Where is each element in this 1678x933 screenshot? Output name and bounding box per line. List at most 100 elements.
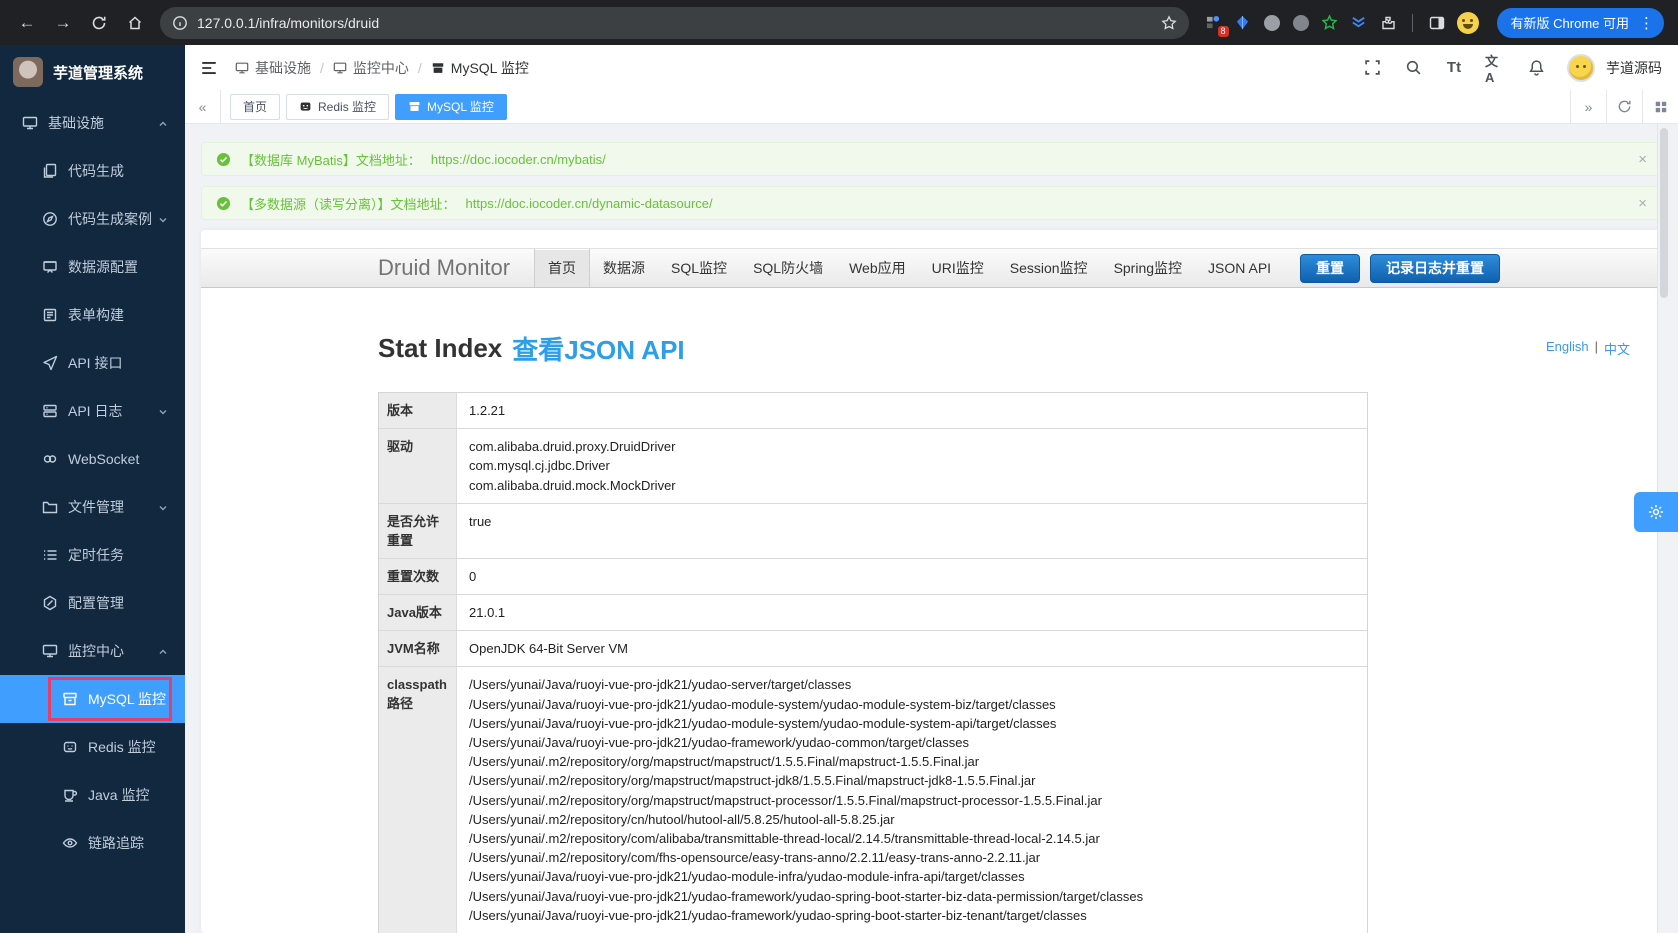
app-logo-row[interactable]: 芋道管理系统 xyxy=(0,45,185,99)
druid-tab-spring[interactable]: Spring监控 xyxy=(1101,249,1195,287)
bookmark-star-icon[interactable] xyxy=(1155,9,1183,37)
druid-tabs: 首页 数据源 SQL监控 SQL防火墙 Web应用 URI监控 Session监… xyxy=(534,249,1284,287)
row-label: 重置次数 xyxy=(379,559,457,594)
puzzle-extensions-icon[interactable] xyxy=(1379,14,1397,32)
sidebar-item-websocket[interactable]: WebSocket xyxy=(0,435,185,483)
tab-home[interactable]: 首页 xyxy=(230,94,280,120)
tags-scroll-right-icon[interactable]: » xyxy=(1570,90,1606,123)
druid-header: Druid Monitor 首页 数据源 SQL监控 SQL防火墙 Web应用 … xyxy=(201,248,1662,288)
close-icon[interactable]: × xyxy=(1638,195,1647,212)
breadcrumb-separator: / xyxy=(320,60,324,76)
druid-tab-json-api[interactable]: JSON API xyxy=(1195,249,1284,287)
plane-icon xyxy=(42,355,58,371)
chrome-update-label: 有新版 Chrome 可用 xyxy=(1511,13,1629,32)
druid-tab-wall[interactable]: SQL防火墙 xyxy=(740,249,836,287)
sidebar-item-trace[interactable]: 链路追踪 xyxy=(0,819,185,867)
address-bar[interactable]: 127.0.0.1/infra/monitors/druid xyxy=(160,7,1189,39)
side-panel-icon[interactable] xyxy=(1428,14,1446,32)
monitor-icon xyxy=(333,61,347,75)
reset-button[interactable]: 重置 xyxy=(1300,254,1360,283)
lang-english-link[interactable]: English xyxy=(1546,339,1589,358)
folder-icon xyxy=(42,499,58,515)
reload-icon[interactable] xyxy=(82,6,116,40)
druid-tab-session[interactable]: Session监控 xyxy=(997,249,1101,287)
row-label: 版本 xyxy=(379,393,457,428)
druid-tab-uri[interactable]: URI监控 xyxy=(919,249,997,287)
scrollbar-thumb[interactable] xyxy=(1660,128,1668,298)
user-avatar[interactable] xyxy=(1567,54,1595,82)
extension-badge-icon[interactable]: 8 xyxy=(1205,14,1223,32)
table-row: Java版本 21.0.1 xyxy=(379,595,1367,631)
sidebar-item-file-manage[interactable]: 文件管理 xyxy=(0,483,185,531)
bell-icon[interactable] xyxy=(1526,58,1546,78)
breadcrumb-item-monitor-center[interactable]: 监控中心 xyxy=(333,58,409,78)
site-info-icon[interactable] xyxy=(172,15,188,31)
druid-tab-webapp[interactable]: Web应用 xyxy=(836,249,919,287)
refresh-icon[interactable] xyxy=(1606,90,1642,123)
sidebar-item-code-gen-case[interactable]: 代码生成案例 xyxy=(0,195,185,243)
chrome-update-button[interactable]: 有新版 Chrome 可用 ⋮ xyxy=(1497,8,1664,38)
theme-settings-button[interactable] xyxy=(1634,492,1678,532)
toolbar-divider xyxy=(1412,14,1413,32)
log-and-reset-button[interactable]: 记录日志并重置 xyxy=(1370,254,1500,283)
sidebar-menu: 基础设施 代码生成 代码生成案例 数据源配置 表单构建 xyxy=(0,99,185,933)
sidebar-item-config-manage[interactable]: 配置管理 xyxy=(0,579,185,627)
chevron-up-icon xyxy=(157,117,169,129)
search-icon[interactable] xyxy=(1403,58,1423,78)
chevrons-extension-icon[interactable] xyxy=(1350,14,1368,32)
sidebar-item-scheduled-task[interactable]: 定时任务 xyxy=(0,531,185,579)
gray-extension-icon[interactable] xyxy=(1263,14,1281,32)
sidebar-item-infra[interactable]: 基础设施 xyxy=(0,99,185,147)
redis-robot-icon xyxy=(299,100,312,113)
kebab-menu-icon[interactable]: ⋮ xyxy=(1639,14,1654,32)
sidebar-item-redis-monitor[interactable]: Redis 监控 xyxy=(0,723,185,771)
sidebar-item-datasource-config[interactable]: 数据源配置 xyxy=(0,243,185,291)
forward-icon[interactable]: → xyxy=(46,6,80,40)
druid-tab-datasource[interactable]: 数据源 xyxy=(590,249,658,287)
storage-box-icon xyxy=(408,100,421,113)
sidebar-item-api-interface[interactable]: API 接口 xyxy=(0,339,185,387)
sidebar-item-code-gen[interactable]: 代码生成 xyxy=(0,147,185,195)
tab-redis-monitor[interactable]: Redis 监控 xyxy=(286,94,389,120)
breadcrumb-item-infra[interactable]: 基础设施 xyxy=(235,58,311,78)
sidebar-item-form-builder[interactable]: 表单构建 xyxy=(0,291,185,339)
cup-icon xyxy=(62,787,78,803)
lang-chinese-link[interactable]: 中文 xyxy=(1604,339,1630,358)
eye-icon xyxy=(62,835,78,851)
druid-body: Stat Index 查看JSON API English | 中文 版本 1.… xyxy=(201,288,1662,933)
translate-icon[interactable]: 文A xyxy=(1485,58,1505,78)
druid-tab-sql[interactable]: SQL监控 xyxy=(658,249,740,287)
view-json-api-link[interactable]: 查看JSON API xyxy=(512,330,684,367)
extensions-cluster: 8 xyxy=(1205,12,1479,34)
sidebar: 芋道管理系统 基础设施 代码生成 代码生成案例 数据源配置 xyxy=(0,45,185,933)
doc-alert-dynamic-datasource: 【多数据源（读写分离）】文档地址： https://doc.iocoder.cn… xyxy=(201,186,1662,220)
close-icon[interactable]: × xyxy=(1638,151,1647,168)
sidebar-item-api-log[interactable]: API 日志 xyxy=(0,387,185,435)
gray-extension-icon-2[interactable] xyxy=(1292,14,1310,32)
server-icon xyxy=(42,403,58,419)
fullscreen-icon[interactable] xyxy=(1362,58,1382,78)
app-header: 基础设施 / 监控中心 / MySQL 监控 xyxy=(185,45,1678,90)
back-icon[interactable]: ← xyxy=(10,6,44,40)
font-size-icon[interactable]: Tt xyxy=(1444,58,1464,78)
tab-mysql-monitor[interactable]: MySQL 监控 xyxy=(395,94,507,120)
druid-title: Druid Monitor xyxy=(378,255,510,281)
green-star-extension-icon[interactable] xyxy=(1321,14,1339,32)
user-name[interactable]: 芋道源码 xyxy=(1606,58,1662,78)
profile-avatar[interactable] xyxy=(1457,12,1479,34)
sidebar-item-java-monitor[interactable]: Java 监控 xyxy=(0,771,185,819)
sidebar-item-mysql-monitor[interactable]: MySQL 监控 xyxy=(0,675,185,723)
home-icon[interactable] xyxy=(118,6,152,40)
tags-scroll-left-icon[interactable]: « xyxy=(185,90,221,123)
druid-tab-index[interactable]: 首页 xyxy=(534,249,590,287)
form-icon xyxy=(42,307,58,323)
success-check-icon xyxy=(216,196,231,211)
layout-grid-icon[interactable] xyxy=(1642,90,1678,123)
breadcrumb: 基础设施 / 监控中心 / MySQL 监控 xyxy=(235,58,529,78)
doc-link[interactable]: https://doc.iocoder.cn/dynamic-datasourc… xyxy=(466,196,713,211)
table-row: JVM名称 OpenJDK 64-Bit Server VM xyxy=(379,631,1367,667)
sidebar-fold-icon[interactable] xyxy=(197,56,221,80)
sidebar-item-monitor-center[interactable]: 监控中心 xyxy=(0,627,185,675)
kite-extension-icon[interactable] xyxy=(1234,14,1252,32)
doc-link[interactable]: https://doc.iocoder.cn/mybatis/ xyxy=(431,152,606,167)
